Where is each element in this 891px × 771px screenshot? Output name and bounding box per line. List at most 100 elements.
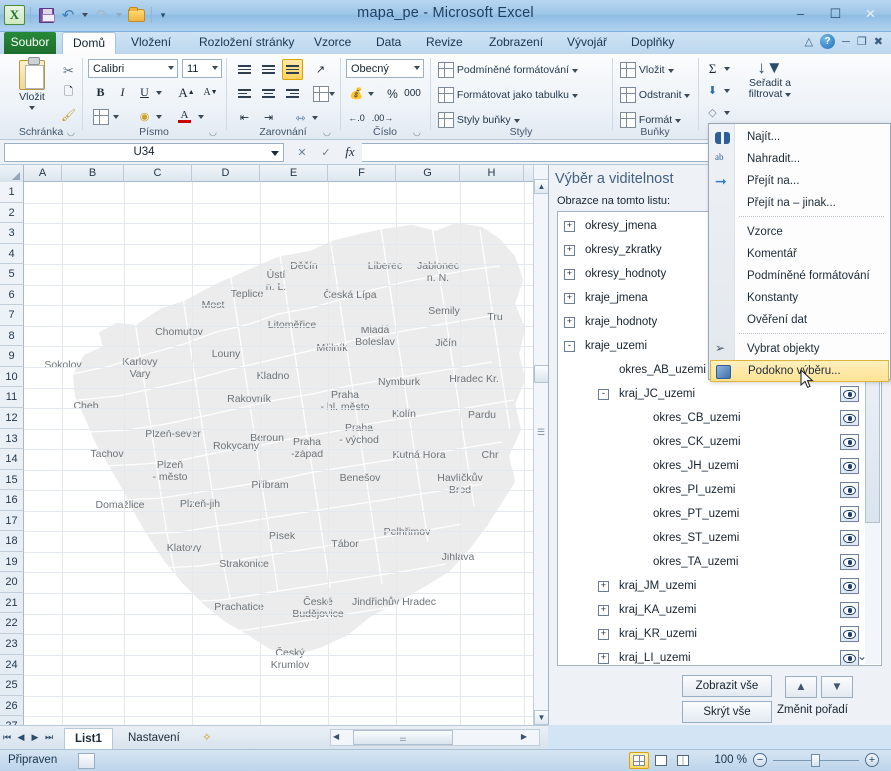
sort-filter-button[interactable]: ↓▼ Seřadit a filtrovat xyxy=(736,58,804,100)
tab-data[interactable]: Data xyxy=(367,32,410,54)
close-workbook-icon[interactable]: ✖ xyxy=(874,35,883,48)
visibility-toggle-eye-icon[interactable] xyxy=(840,602,859,618)
row-header-19[interactable]: 19 xyxy=(0,551,24,573)
page-layout-icon[interactable] xyxy=(651,752,671,769)
autosum-dropdown-icon[interactable] xyxy=(722,58,731,79)
status-bar[interactable]: Připraven 100 % − + xyxy=(0,749,891,771)
collapse-icon[interactable]: - xyxy=(564,340,575,352)
cancel-formula-icon[interactable]: ✕ xyxy=(290,143,314,162)
expand-icon[interactable]: + xyxy=(598,652,609,664)
row-header-9[interactable]: 9 xyxy=(0,346,24,367)
zoom-out-button[interactable]: − xyxy=(753,753,767,767)
expand-icon[interactable]: + xyxy=(564,220,575,232)
show-all-button[interactable]: Zobrazit vše xyxy=(682,675,772,697)
row-header-14[interactable]: 14 xyxy=(0,449,24,470)
font-color-dropdown-icon[interactable] xyxy=(196,106,206,127)
column-header-C[interactable]: C xyxy=(124,165,192,182)
merge-center-button[interactable]: ⇿ xyxy=(290,107,311,128)
clear-dropdown-icon[interactable] xyxy=(722,102,731,123)
hscroll-right-icon[interactable]: ▶ xyxy=(521,732,527,741)
number-dialog-launcher[interactable]: ◡ xyxy=(413,127,424,138)
increase-indent-button[interactable]: ⇥ xyxy=(258,107,279,128)
shape-list-item[interactable]: + kraj_JM_uzemi xyxy=(558,574,881,598)
row-header-15[interactable]: 15 xyxy=(0,469,24,491)
sheet-tab-nastaveni[interactable]: Nastavení xyxy=(118,728,190,749)
paste-dropdown-icon[interactable] xyxy=(29,106,35,110)
sheet-tab-bar[interactable]: ⏮ ◀ ▶ ⏭ List1 Nastavení ✧ ◀ ⚌ ▶ xyxy=(0,725,548,749)
expand-icon[interactable]: + xyxy=(564,244,575,256)
row-header-25[interactable]: 25 xyxy=(0,675,24,696)
fill-dropdown-icon[interactable] xyxy=(722,80,731,101)
minimize-button[interactable]: – xyxy=(786,4,815,23)
visibility-toggle-eye-icon[interactable] xyxy=(840,506,859,522)
decrease-decimal-button[interactable]: .00→ xyxy=(372,107,394,128)
borders-button[interactable] xyxy=(90,106,111,127)
scroll-up-button[interactable]: ▲ xyxy=(534,179,549,194)
column-header-B[interactable]: B xyxy=(62,165,124,182)
shape-list-item[interactable]: + kraj_KR_uzemi xyxy=(558,622,881,646)
menu-item-p-ej-t-na[interactable]: ➞ Přejít na... xyxy=(710,170,889,192)
zoom-track[interactable] xyxy=(773,753,859,767)
column-header-D[interactable]: D xyxy=(192,165,260,182)
fill-button[interactable]: ⬇ xyxy=(702,80,723,101)
row-headers[interactable]: 1 2 3 4 5 6 7 8 9 10 11 12 13 14 15 16 17 18 19 20 21 22 23 24 2… xyxy=(0,182,24,725)
tab-rozlozeni-stranky[interactable]: Rozložení stránky xyxy=(190,32,303,54)
ribbon-group-styles[interactable]: Podmíněné formátování Formátovat jako ta… xyxy=(432,54,610,140)
row-header-2[interactable]: 2 xyxy=(0,202,24,224)
row-header-23[interactable]: 23 xyxy=(0,634,24,655)
scroll-down-button[interactable]: ▼ xyxy=(534,710,549,725)
row-header-3[interactable]: 3 xyxy=(0,223,24,244)
underline-button[interactable]: U xyxy=(134,82,155,103)
conditional-formatting-button[interactable]: Podmíněné formátování xyxy=(438,62,578,78)
horizontal-scrollbar[interactable]: ◀ ⚌ ▶ xyxy=(330,729,540,746)
new-sheet-icon[interactable]: ✧ xyxy=(192,728,222,749)
copy-button[interactable]: 🗋 xyxy=(58,82,79,103)
window-controls[interactable]: – ☐ × xyxy=(786,4,885,23)
shape-list-item[interactable]: + kraj_KA_uzemi xyxy=(558,598,881,622)
menu-item-nahradit[interactable]: ab Nahradit... xyxy=(710,148,889,170)
fill-color-button[interactable]: ◉ xyxy=(134,106,155,127)
next-sheet-button[interactable]: ▶ xyxy=(28,726,42,748)
visibility-toggle-eye-icon[interactable] xyxy=(840,578,859,594)
row-header-1[interactable]: 1 xyxy=(0,182,24,203)
pane-scroll-down-icon[interactable]: ⌄ xyxy=(857,649,867,663)
column-header-F[interactable]: F xyxy=(328,165,396,182)
visibility-toggle-eye-icon[interactable] xyxy=(840,530,859,546)
paste-button[interactable]: Vložit xyxy=(10,57,54,110)
row-header-7[interactable]: 7 xyxy=(0,305,24,326)
font-name-combo[interactable]: Calibri xyxy=(88,59,178,78)
restore-down-icon[interactable]: ─ xyxy=(842,36,850,48)
formula-bar-buttons[interactable]: ✕ ✓ fx xyxy=(290,143,362,162)
last-sheet-button[interactable]: ⏭ xyxy=(42,726,56,748)
menu-item-p-ej-t-na-jinak[interactable]: Přejít na – jinak... xyxy=(710,192,889,214)
hscroll-left-icon[interactable]: ◀ xyxy=(333,732,339,741)
row-header-6[interactable]: 6 xyxy=(0,284,24,306)
expand-icon[interactable]: + xyxy=(564,316,575,328)
column-header-G[interactable]: G xyxy=(396,165,460,182)
prev-sheet-button[interactable]: ◀ xyxy=(14,726,28,748)
insert-function-icon[interactable]: fx xyxy=(338,143,362,162)
view-mode-buttons[interactable] xyxy=(629,752,693,769)
cut-button[interactable]: ✂ xyxy=(58,60,79,81)
maximize-button[interactable]: ☐ xyxy=(821,4,850,23)
minimize-ribbon-icon[interactable]: △ xyxy=(805,35,813,48)
shape-list-item[interactable]: + kraj_LI_uzemi xyxy=(558,646,881,665)
borders-dropdown-icon[interactable] xyxy=(111,106,121,127)
merge-center-dropdown-icon[interactable] xyxy=(310,107,319,128)
tab-vzorce[interactable]: Vzorce xyxy=(305,32,360,54)
shape-list-item[interactable]: okres_CK_uzemi xyxy=(558,430,881,454)
move-up-button[interactable]: ▲ xyxy=(785,676,817,698)
merge-dropdown-icon[interactable] xyxy=(328,83,336,104)
align-middle-button[interactable] xyxy=(258,59,279,80)
align-right-button[interactable] xyxy=(282,83,303,104)
tab-vlozeni[interactable]: Vložení xyxy=(122,32,180,54)
row-header-27[interactable]: 27 xyxy=(0,716,24,725)
fill-color-dropdown-icon[interactable] xyxy=(154,106,164,127)
help-icon[interactable]: ? xyxy=(820,34,836,49)
shape-list-item[interactable]: okres_PI_uzemi xyxy=(558,478,881,502)
align-center-button[interactable] xyxy=(258,83,279,104)
hide-all-button[interactable]: Skrýt vše xyxy=(682,701,772,723)
font-size-combo[interactable]: 11 xyxy=(182,59,222,78)
tab-domu[interactable]: Domů xyxy=(62,32,116,54)
format-painter-button[interactable]: 🖌 xyxy=(58,104,79,125)
